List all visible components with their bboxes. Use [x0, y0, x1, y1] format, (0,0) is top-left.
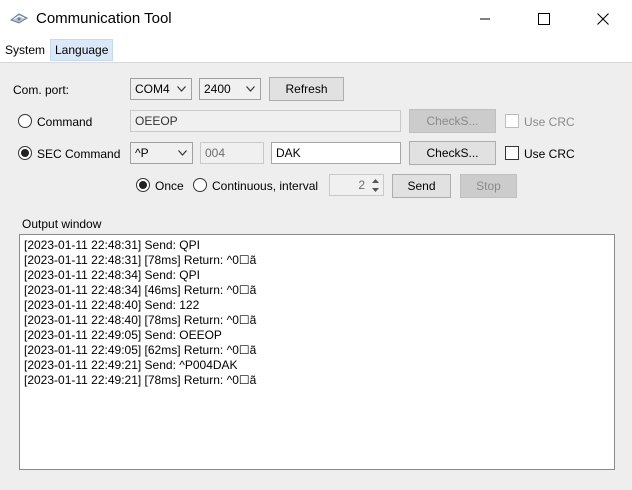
- minimize-icon: [480, 18, 490, 20]
- com-port-select[interactable]: COM4: [130, 78, 192, 100]
- command-radio[interactable]: [18, 114, 32, 128]
- command-use-crc-checkbox[interactable]: [505, 114, 519, 128]
- refresh-button[interactable]: Refresh: [269, 77, 344, 101]
- baud-rate-select[interactable]: 2400: [199, 78, 261, 100]
- sec-use-crc-checkbox[interactable]: [505, 146, 519, 160]
- output-window-label: Output window: [20, 217, 104, 231]
- chevron-down-icon: [178, 150, 187, 156]
- minimize-button[interactable]: [462, 0, 508, 38]
- log-line: [2023-01-11 22:48:40] Send: 122: [24, 298, 200, 312]
- sec-command-radio[interactable]: [18, 146, 32, 160]
- log-line: [2023-01-11 22:48:31] [78ms] Return: ^0☐…: [24, 253, 257, 267]
- baud-rate-value: 2400: [204, 82, 231, 96]
- command-use-crc-label: Use CRC: [524, 115, 575, 129]
- log-line: [2023-01-11 22:49:21] Send: ^P004DAK: [24, 358, 238, 372]
- once-label: Once: [155, 179, 184, 193]
- com-port-value: COM4: [135, 82, 170, 96]
- window-title: Communication Tool: [36, 10, 172, 27]
- command-input[interactable]: OEEOP: [130, 110, 401, 132]
- sec-command-input[interactable]: DAK: [271, 142, 401, 164]
- interval-down-button[interactable]: [368, 185, 382, 194]
- log-line: [2023-01-11 22:49:21] [78ms] Return: ^0☐…: [24, 373, 257, 387]
- sec-number-input[interactable]: 004: [200, 142, 264, 164]
- title-bar: Communication Tool: [0, 0, 632, 38]
- sec-command-label: SEC Command: [37, 147, 121, 161]
- chevron-down-icon: [246, 86, 255, 92]
- close-icon: [597, 13, 609, 25]
- log-line: [2023-01-11 22:48:34] [46ms] Return: ^0☐…: [24, 283, 257, 297]
- continuous-radio[interactable]: [193, 178, 207, 192]
- command-checksum-button[interactable]: CheckS...: [409, 109, 496, 133]
- sec-prefix-select[interactable]: ^P: [130, 142, 193, 164]
- chevron-down-icon: [177, 86, 186, 92]
- close-button[interactable]: [580, 0, 626, 38]
- log-line: [2023-01-11 22:48:40] [78ms] Return: ^0☐…: [24, 313, 257, 327]
- menu-bar: System Language: [0, 38, 632, 63]
- maximize-button[interactable]: [521, 0, 567, 38]
- output-window[interactable]: [2023-01-11 22:48:31] Send: QPI [2023-01…: [19, 234, 615, 470]
- log-line: [2023-01-11 22:49:05] [62ms] Return: ^0☐…: [24, 343, 257, 357]
- menu-language[interactable]: Language: [50, 39, 114, 61]
- stop-button[interactable]: Stop: [460, 174, 517, 198]
- chevron-up-icon: [371, 178, 379, 183]
- chevron-down-icon: [371, 187, 379, 192]
- continuous-label: Continuous, interval: [212, 179, 319, 193]
- interval-stepper[interactable]: 2: [329, 174, 384, 196]
- maximize-icon: [538, 13, 550, 25]
- sec-prefix-value: ^P: [135, 146, 149, 160]
- once-radio[interactable]: [136, 178, 150, 192]
- sec-checksum-button[interactable]: CheckS...: [409, 141, 496, 165]
- interval-value: 2: [358, 178, 365, 192]
- send-button[interactable]: Send: [392, 174, 451, 198]
- sec-use-crc-label: Use CRC: [524, 147, 575, 161]
- log-line: [2023-01-11 22:48:34] Send: QPI: [24, 268, 200, 282]
- menu-system[interactable]: System: [1, 39, 49, 61]
- interval-up-button[interactable]: [368, 176, 382, 185]
- log-line: [2023-01-11 22:49:05] Send: OEEOP: [24, 328, 222, 342]
- command-label: Command: [37, 115, 93, 129]
- app-gear-icon: [9, 11, 29, 25]
- com-port-label: Com. port:: [13, 83, 70, 97]
- log-line: [2023-01-11 22:48:31] Send: QPI: [24, 238, 200, 252]
